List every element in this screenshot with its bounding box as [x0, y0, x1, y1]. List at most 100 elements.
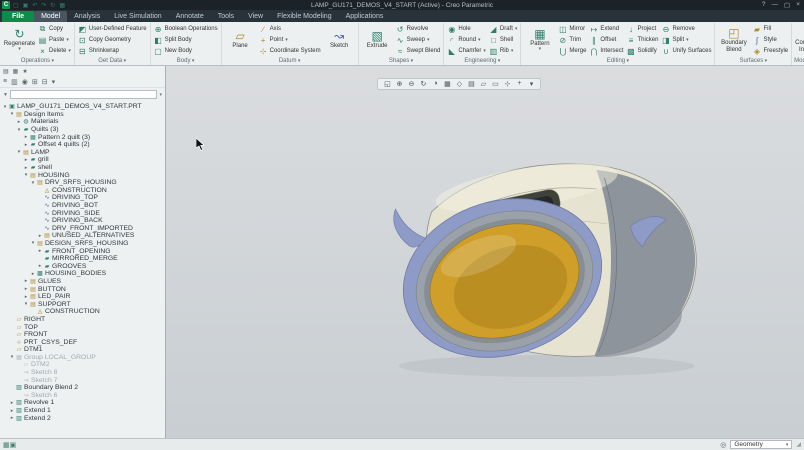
tab-live-simulation[interactable]: Live Simulation [107, 11, 168, 23]
delete-button[interactable]: ×Delete▾ [37, 46, 72, 57]
saved-orientations-icon[interactable]: ◇ [454, 80, 464, 88]
tree-item-group-local-group[interactable]: ▾▦Group LOCAL_GROUP [0, 354, 165, 362]
style-button[interactable]: ∫Style [751, 35, 789, 46]
tree-filter-input[interactable] [10, 90, 158, 99]
collar-wing-left[interactable] [394, 209, 426, 247]
tree-item-button[interactable]: ▸▤BUTTON [0, 285, 165, 293]
group-label-editing[interactable]: Editing ▾ [523, 57, 712, 65]
boolean-operations-button[interactable]: ⊕Boolean Operations [153, 24, 219, 35]
tree-item-mirrored-merge[interactable]: ▰MIRRORED_MERGE [0, 255, 165, 263]
refit-icon[interactable]: ◱ [382, 80, 392, 88]
collapse-all-icon[interactable]: ⊟ [42, 78, 48, 86]
shading-style-icon[interactable]: ◑ [430, 80, 440, 88]
user-defined-feature-button[interactable]: ◩User-Defined Feature [77, 24, 148, 35]
shrinkwrap-button[interactable]: ⊟Shrinkwrap [77, 46, 148, 57]
tree-item-construction[interactable]: ◬CONSTRUCTION [0, 187, 165, 195]
paste-button[interactable]: ▤Paste▾ [37, 35, 72, 46]
tree-item-lamp-gu171-demos-v4-start-prt[interactable]: ▾▣LAMP_GU171_DEMOS_V4_START.PRT [0, 103, 165, 111]
trim-button[interactable]: ⊘Trim [557, 35, 587, 46]
chamfer-button[interactable]: ◣Chamfer▾ [446, 46, 487, 57]
unify-surfaces-button[interactable]: ∪Unify Surfaces [660, 46, 712, 57]
freestyle-button[interactable]: ◈Freestyle [751, 46, 789, 57]
coordinate-system-button[interactable]: ⊹Coordinate System [258, 46, 322, 57]
tab-model[interactable]: Model [34, 11, 67, 23]
draft-button[interactable]: ◢Draft▾ [488, 24, 519, 35]
mirror-button[interactable]: ◫Mirror [557, 24, 587, 35]
zoom-out-icon[interactable]: ⊖ [406, 80, 416, 88]
tree-item-design-srfs-housing[interactable]: ▾▤DESIGN_SRFS_HOUSING [0, 240, 165, 248]
offset-button[interactable]: ∥Offset [588, 35, 624, 46]
tree-columns-icon[interactable]: ▥ [11, 78, 18, 86]
merge-button[interactable]: ⋃Merge [557, 46, 587, 57]
new-file-icon[interactable]: ▢ [13, 2, 19, 9]
split-button[interactable]: ◨Split▾ [660, 35, 712, 46]
tree-item-dtm1[interactable]: ▱DTM1 [0, 346, 165, 354]
status-model-icon[interactable]: ▦ [3, 442, 10, 449]
swept-blend-button[interactable]: ≈Swept Blend [395, 46, 442, 57]
view-manager-icon[interactable]: ▤ [466, 80, 476, 88]
graphics-area[interactable]: ◱⊕⊖↻◑▦◇▤▱▭⊹+▾ [166, 66, 804, 438]
rib-button[interactable]: ▥Rib▾ [488, 46, 519, 57]
filter-dropdown-icon[interactable]: ▾ [159, 92, 162, 98]
folder-browser-tab-icon[interactable]: ▦ [13, 68, 19, 75]
expand-all-icon[interactable]: ⊞ [32, 78, 38, 86]
plane-button[interactable]: ▱Plane [224, 30, 257, 49]
tree-item-offset-4-quilts-2[interactable]: ▸▰Offset 4 quilts (2) [0, 141, 165, 149]
save-icon[interactable]: ▣ [23, 2, 29, 9]
regenerate-button[interactable]: ↻Regenerate▾ [3, 28, 36, 53]
remove-button[interactable]: ⊖Remove [660, 24, 712, 35]
tree-item-quilts-3[interactable]: ▾▰Quilts (3) [0, 126, 165, 134]
tree-item-sketch-7[interactable]: ↝Sketch 7 [0, 376, 165, 384]
group-label-get-data[interactable]: Get Data ▾ [77, 57, 148, 65]
zoom-in-icon[interactable]: ⊕ [394, 80, 404, 88]
tab-view[interactable]: View [241, 11, 270, 23]
tab-file[interactable]: File [2, 11, 34, 23]
tree-item-front[interactable]: ▱FRONT [0, 331, 165, 339]
minimize-button[interactable]: — [772, 1, 779, 9]
favorites-tab-icon[interactable]: ★ [22, 68, 27, 75]
tree-item-led-pair[interactable]: ▸▤LED_PAIR [0, 293, 165, 301]
copy-button[interactable]: ⧉Copy [37, 24, 72, 35]
tree-item-dtm2[interactable]: ▱DTM2 [0, 361, 165, 369]
tree-item-materials[interactable]: ▸◍Materials [0, 118, 165, 126]
model-tree-tab-icon[interactable]: ▤ [3, 68, 9, 75]
tree-item-boundary-blend-2[interactable]: ▨Boundary Blend 2 [0, 384, 165, 392]
tab-applications[interactable]: Applications [339, 11, 391, 23]
thicken-button[interactable]: ≡Thicken [625, 35, 659, 46]
hole-button[interactable]: ◉Hole [446, 24, 487, 35]
new-body-button[interactable]: ▢New Body [153, 46, 219, 57]
extend-button[interactable]: ↦Extend [588, 24, 624, 35]
undo-icon[interactable]: ↶ [32, 2, 37, 9]
tree-item-driving-back[interactable]: ∿DRIVING_BACK [0, 217, 165, 225]
tree-item-unused-alternatives[interactable]: ▸▤UNUSED_ALTERNATIVES [0, 232, 165, 240]
tree-filters-icon[interactable]: ≡ [3, 78, 7, 85]
maximize-button[interactable]: ▢ [784, 1, 790, 9]
selection-filter-select[interactable]: Geometry ▾ [730, 440, 792, 449]
group-label-model-intent[interactable]: Model Intent ▾ [794, 57, 804, 65]
tree-item-driving-bot[interactable]: ∿DRIVING_BOT [0, 202, 165, 210]
extrude-button[interactable]: ▧Extrude [361, 30, 394, 49]
tree-item-support[interactable]: ▾▤SUPPORT [0, 300, 165, 308]
tree-item-driving-top[interactable]: ∿DRIVING_TOP [0, 194, 165, 202]
tree-item-sketch-8[interactable]: ↝Sketch 8 [0, 369, 165, 377]
spin-center-icon[interactable]: ⊹ [502, 80, 512, 88]
close-button[interactable]: × [796, 1, 800, 9]
axis-button[interactable]: ∕Axis [258, 24, 322, 35]
group-label-body[interactable]: Body ▾ [153, 57, 219, 65]
tab-tools[interactable]: Tools [211, 11, 241, 23]
regenerate-icon[interactable]: ↻ [50, 2, 55, 9]
group-label-operations[interactable]: Operations ▾ [3, 57, 72, 65]
datum-display-icon[interactable]: ▱ [478, 80, 488, 88]
repaint-icon[interactable]: ↻ [418, 80, 428, 88]
project-button[interactable]: ↓Project [625, 24, 659, 35]
split-body-button[interactable]: ◧Split Body [153, 35, 219, 46]
fill-button[interactable]: ▰Fill [751, 24, 789, 35]
tree-settings-icon[interactable]: ▾ [52, 78, 56, 86]
revolve-button[interactable]: ↺Revolve [395, 24, 442, 35]
tree-item-sketch-6[interactable]: ↝Sketch 6 [0, 392, 165, 400]
point-button[interactable]: +Point▾ [258, 35, 322, 46]
tree-item-extend-1[interactable]: ▸▨Extend 1 [0, 407, 165, 415]
tree-item-driving-side[interactable]: ∿DRIVING_SIDE [0, 209, 165, 217]
graphics-options-icon[interactable]: ▾ [526, 80, 536, 88]
tree-item-top[interactable]: ▱TOP [0, 323, 165, 331]
